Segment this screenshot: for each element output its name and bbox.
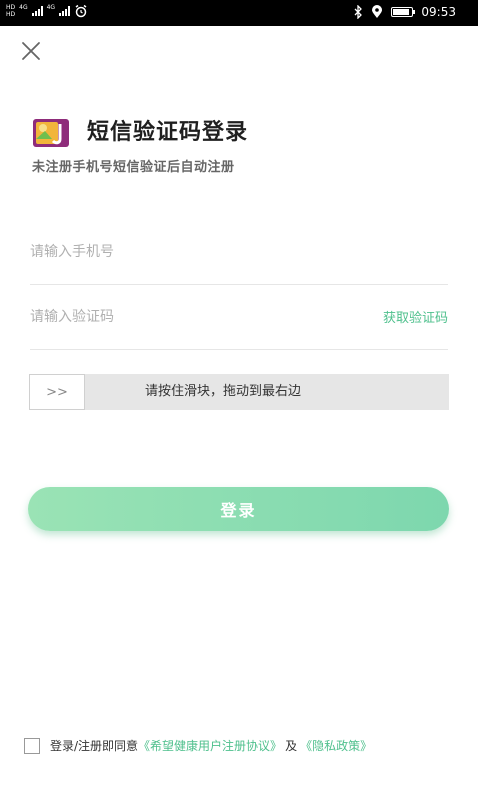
sim1-tag: HD (6, 4, 16, 11)
slider-hint: 请按住滑块，拖动到最右边 (145, 384, 302, 399)
close-button[interactable] (18, 38, 44, 64)
agreement-checkbox[interactable] (24, 737, 40, 754)
verification-code-input[interactable] (30, 285, 360, 349)
login-button[interactable]: 登录 (28, 487, 449, 531)
sim-tags: HD HD (6, 4, 15, 18)
signal-icon (31, 6, 43, 16)
status-left: HD HD 4G 4G (6, 4, 88, 18)
battery-icon (391, 7, 416, 17)
alarm-icon (75, 4, 87, 18)
status-right: 09:53 (353, 5, 456, 19)
get-code-button[interactable]: 获取验证码 (383, 307, 448, 326)
app-logo (33, 119, 69, 147)
battery-level (393, 9, 409, 15)
verification-code-field: 获取验证码 (30, 285, 448, 350)
page-subtitle: 未注册手机号短信验证后自动注册 (32, 160, 235, 175)
network-type-2: 4G (46, 4, 56, 11)
slider-handle[interactable]: >> (29, 374, 85, 410)
close-icon (22, 42, 40, 60)
phone-input[interactable] (30, 220, 360, 284)
privacy-policy-link[interactable]: 《隐私政策》 (300, 737, 372, 754)
status-time: 09:53 (421, 5, 456, 19)
slider-captcha: >> 请按住滑块，拖动到最右边 (29, 374, 449, 410)
network-type-1: 4G (19, 4, 28, 11)
bluetooth-icon (354, 5, 363, 19)
user-agreement-link[interactable]: 《希望健康用户注册协议》 (138, 737, 282, 754)
sim2-tag: HD (6, 11, 16, 18)
agreement-row: 登录/注册即同意 《希望健康用户注册协议》 及 《隐私政策》 (24, 737, 372, 754)
agreement-prefix: 登录/注册即同意 (50, 739, 139, 753)
status-bar: HD HD 4G 4G 09:53 (0, 0, 478, 26)
signal-icon-2 (59, 6, 71, 16)
location-icon (372, 5, 383, 18)
phone-field (30, 220, 448, 285)
agreement-conjunction: 及 (285, 739, 298, 753)
page-title: 短信验证码登录 (87, 120, 249, 145)
